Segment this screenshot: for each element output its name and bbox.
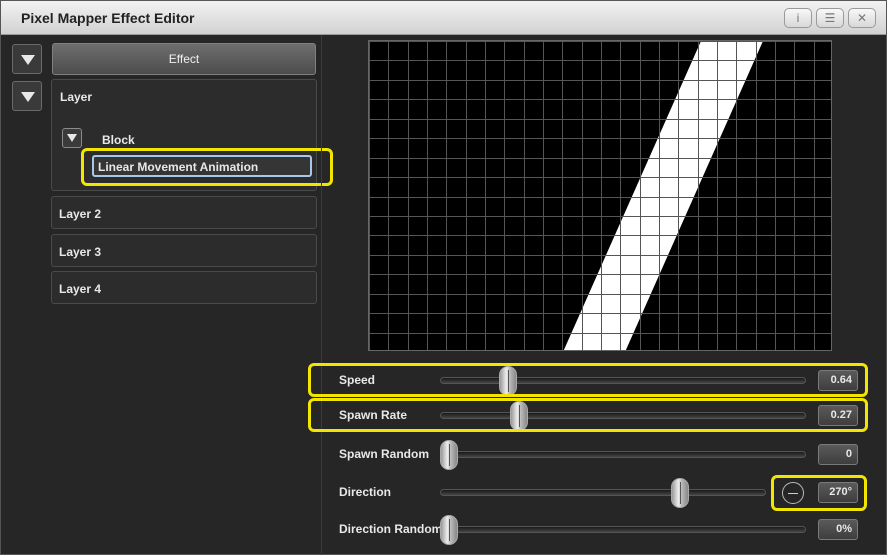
direction-random-value[interactable]: 0% — [818, 519, 858, 540]
layer-2-item[interactable]: Layer 2 — [51, 196, 317, 229]
window-title: Pixel Mapper Effect Editor — [21, 10, 195, 26]
effect-button[interactable]: Effect — [52, 43, 316, 75]
menu-button[interactable]: ☰ — [816, 8, 844, 28]
collapse-layer-button[interactable] — [12, 81, 42, 111]
spawn-rate-highlight — [308, 398, 868, 432]
close-button[interactable]: ✕ — [848, 8, 876, 28]
title-bar: Pixel Mapper Effect Editor i ☰ ✕ — [1, 1, 886, 35]
layer-title[interactable]: Layer — [60, 90, 92, 104]
pixel-grid-canvas — [369, 41, 831, 350]
layer-4-item[interactable]: Layer 4 — [51, 271, 317, 304]
layer-3-item[interactable]: Layer 3 — [51, 234, 317, 267]
direction-random-slider-thumb[interactable] — [440, 515, 458, 545]
animation-highlight — [81, 148, 333, 186]
spawn-random-control: Spawn Random 0 — [308, 436, 878, 472]
effect-editor-window: Pixel Mapper Effect Editor i ☰ ✕ Effect … — [0, 0, 887, 555]
effect-tree-pane: Effect Layer Block Linear Movement Anima… — [9, 41, 333, 553]
triangle-down-icon — [21, 92, 35, 102]
direction-random-slider-track[interactable] — [440, 526, 806, 533]
triangle-down-icon — [67, 134, 77, 142]
direction-label: Direction — [339, 485, 392, 499]
triangle-down-icon — [21, 55, 35, 65]
spawn-random-slider-thumb[interactable] — [440, 440, 458, 470]
speed-highlight — [308, 363, 868, 397]
pixel-preview-grid — [368, 40, 832, 351]
spawn-random-label: Spawn Random — [339, 447, 430, 461]
direction-random-label: Direction Random — [339, 522, 443, 536]
control-sliders: Speed 0.64 Spawn Rate 0.27 Spawn Random 0 Dire… — [308, 355, 878, 555]
block-label: Block — [102, 133, 135, 147]
direction-random-control: Direction Random 0% — [308, 511, 878, 547]
direction-slider-track[interactable] — [440, 489, 766, 496]
collapse-effect-button[interactable] — [12, 44, 42, 74]
direction-highlight — [771, 475, 867, 511]
collapse-block-button[interactable] — [62, 128, 82, 148]
spawn-random-slider-track[interactable] — [440, 451, 806, 458]
spawn-random-value[interactable]: 0 — [818, 444, 858, 465]
direction-slider-thumb[interactable] — [671, 478, 689, 508]
info-button[interactable]: i — [784, 8, 812, 28]
